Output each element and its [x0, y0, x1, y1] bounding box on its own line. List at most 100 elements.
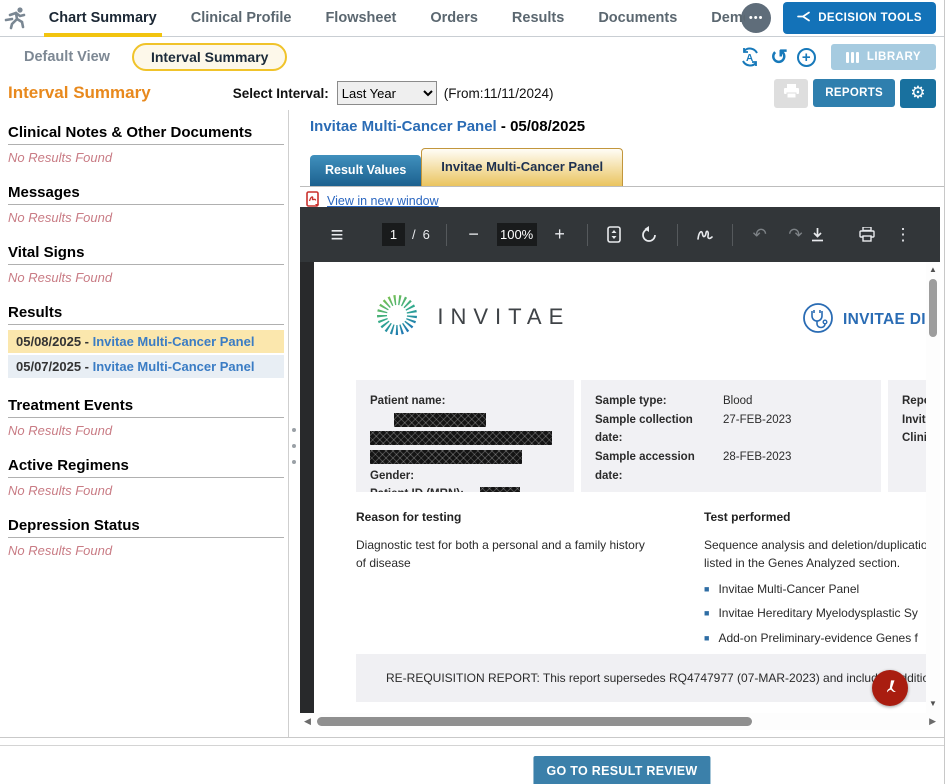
add-icon[interactable]: +: [797, 48, 816, 67]
section-title: Treatment Events: [8, 397, 284, 418]
splitter-handle-icon: [292, 428, 296, 464]
ellipsis-icon: •••: [749, 12, 764, 24]
invitae-logo-icon: [374, 327, 423, 341]
scroll-up-icon[interactable]: ▲: [929, 262, 937, 277]
more-tabs-button[interactable]: •••: [741, 3, 771, 33]
result-link[interactable]: Invitae Multi-Cancer Panel: [93, 334, 255, 349]
invitae-wordmark: INVITAE: [437, 304, 570, 330]
tab-documents[interactable]: Documents: [581, 0, 694, 37]
pdf-more-icon[interactable]: ⋮: [892, 225, 914, 245]
adobe-acrobat-badge[interactable]: [872, 670, 908, 706]
section-title: Vital Signs: [8, 244, 284, 265]
go-to-result-review-button[interactable]: GO TO RESULT REVIEW: [533, 756, 710, 784]
section-depression-status: Depression Status No Results Found: [8, 517, 284, 558]
pdf-page-input[interactable]: 1: [382, 223, 405, 246]
report-meta-box: Report Invitae Clinical: [888, 380, 926, 492]
report-info-boxes: Patient name: Gender: Patient ID (MRN): …: [356, 380, 926, 492]
tab-results[interactable]: Results: [495, 0, 581, 37]
annotate-icon[interactable]: [694, 228, 716, 242]
default-view-link[interactable]: Default View: [24, 49, 110, 65]
tab-result-values[interactable]: Result Values: [310, 155, 421, 186]
panel-footer: GO TO RESULT REVIEW: [0, 737, 944, 784]
scroll-right-icon[interactable]: ▶: [925, 716, 940, 727]
tab-clinical-profile[interactable]: Clinical Profile: [174, 0, 309, 37]
auto-refresh-icon[interactable]: A: [739, 46, 761, 68]
pdf-zoom-level[interactable]: 100%: [497, 223, 537, 246]
reason-test-section: Reason for testing Diagnostic test for b…: [356, 510, 926, 669]
redacted-line: [370, 431, 552, 445]
pane-splitter[interactable]: [288, 110, 300, 737]
decision-tools-button[interactable]: DECISION TOOLS: [783, 2, 936, 34]
redacted-patient-name: [394, 413, 486, 427]
undo-icon[interactable]: ↶: [749, 225, 771, 245]
no-results-text: No Results Found: [8, 483, 284, 498]
library-button[interactable]: LIBRARY: [831, 44, 936, 70]
no-results-text: No Results Found: [8, 210, 284, 225]
section-active-regimens: Active Regimens No Results Found: [8, 457, 284, 498]
section-messages: Messages No Results Found: [8, 184, 284, 225]
page-title: Interval Summary: [8, 83, 151, 103]
interval-summary-pill[interactable]: Interval Summary: [132, 43, 288, 71]
vertical-scroll-thumb[interactable]: [929, 279, 937, 337]
result-tabs: Result Values Invitae Multi-Cancer Panel: [300, 149, 944, 187]
pdf-document-area: INVITAE INVITAE DIAGNOST Patient name:: [300, 262, 940, 713]
redo-icon[interactable]: ↷: [785, 225, 807, 245]
result-row-selected[interactable]: 05/08/2025 - Invitae Multi-Cancer Panel: [8, 330, 284, 353]
content-area: Clinical Notes & Other Documents No Resu…: [0, 110, 944, 737]
view-bar: Default View Interval Summary A ↺ + LIBR…: [0, 38, 944, 76]
zoom-out-icon[interactable]: −: [463, 224, 485, 245]
summary-toolbar: Interval Summary Select Interval: Last Y…: [0, 76, 944, 110]
invitae-diagnostics: INVITAE DIAGNOST: [802, 302, 926, 337]
runner-icon: [0, 6, 32, 30]
tab-chart-summary[interactable]: Chart Summary: [32, 0, 174, 37]
application-window: Chart Summary Clinical Profile Flowsheet…: [0, 0, 945, 784]
no-results-text: No Results Found: [8, 270, 284, 285]
document-title: Invitae Multi-Cancer Panel - 05/08/2025: [310, 118, 944, 135]
scroll-down-icon[interactable]: ▼: [929, 696, 937, 711]
svg-text:A: A: [746, 53, 753, 64]
pdf-print-icon[interactable]: [856, 227, 878, 242]
print-summary-button[interactable]: [774, 79, 808, 108]
redacted-mrn: [480, 487, 520, 492]
tab-invitae-panel[interactable]: Invitae Multi-Cancer Panel: [421, 148, 623, 186]
section-title: Active Regimens: [8, 457, 284, 478]
result-link[interactable]: Invitae Multi-Cancer Panel: [93, 359, 255, 374]
result-row[interactable]: 05/07/2025 - Invitae Multi-Cancer Panel: [8, 355, 284, 378]
rotate-icon[interactable]: [639, 226, 661, 243]
select-interval-label: Select Interval:: [233, 86, 329, 101]
pdf-page: INVITAE INVITAE DIAGNOST Patient name:: [314, 262, 926, 713]
section-title: Depression Status: [8, 517, 284, 538]
tab-flowsheet[interactable]: Flowsheet: [308, 0, 413, 37]
section-title: Messages: [8, 184, 284, 205]
pdf-horizontal-scrollbar[interactable]: ◀ ▶: [300, 713, 940, 730]
download-icon[interactable]: [807, 227, 829, 243]
section-clinical-notes: Clinical Notes & Other Documents No Resu…: [8, 124, 284, 165]
reason-for-testing: Reason for testing Diagnostic test for b…: [356, 510, 646, 669]
interval-summary-sidebar: Clinical Notes & Other Documents No Resu…: [0, 110, 288, 737]
no-results-text: No Results Found: [8, 150, 284, 165]
section-vital-signs: Vital Signs No Results Found: [8, 244, 284, 285]
report-header: INVITAE INVITAE DIAGNOST: [374, 292, 926, 348]
pdf-menu-icon[interactable]: ≡: [326, 222, 348, 248]
rerequisition-note: RE-REQUISITION REPORT: This report super…: [356, 654, 926, 702]
tab-orders[interactable]: Orders: [413, 0, 495, 37]
bullet-icon: ■: [704, 606, 709, 621]
test-performed: Test performed Sequence analysis and del…: [704, 510, 926, 669]
scroll-left-icon[interactable]: ◀: [300, 716, 315, 727]
tab-demographics[interactable]: Demog: [694, 0, 745, 37]
section-results: Results 05/08/2025 - Invitae Multi-Cance…: [8, 304, 284, 378]
gear-icon: ⚙: [910, 83, 925, 103]
fit-page-icon[interactable]: [603, 226, 625, 243]
bullet-icon: ■: [704, 631, 709, 646]
refresh-icon[interactable]: ↺: [770, 47, 788, 68]
adobe-icon: [880, 677, 900, 700]
top-navigation: Chart Summary Clinical Profile Flowsheet…: [0, 0, 944, 37]
horizontal-scroll-thumb[interactable]: [317, 717, 752, 726]
section-title: Results: [8, 304, 284, 325]
zoom-in-icon[interactable]: +: [549, 224, 571, 245]
interval-select[interactable]: Last Year: [337, 81, 437, 105]
reports-button[interactable]: REPORTS: [813, 79, 895, 107]
pdf-vertical-scrollbar[interactable]: ▲ ▼: [926, 262, 940, 713]
pdf-toolbar: ≡ 1 / 6 − 100% + ↶ ↷: [300, 207, 940, 262]
settings-button[interactable]: ⚙: [900, 79, 936, 108]
